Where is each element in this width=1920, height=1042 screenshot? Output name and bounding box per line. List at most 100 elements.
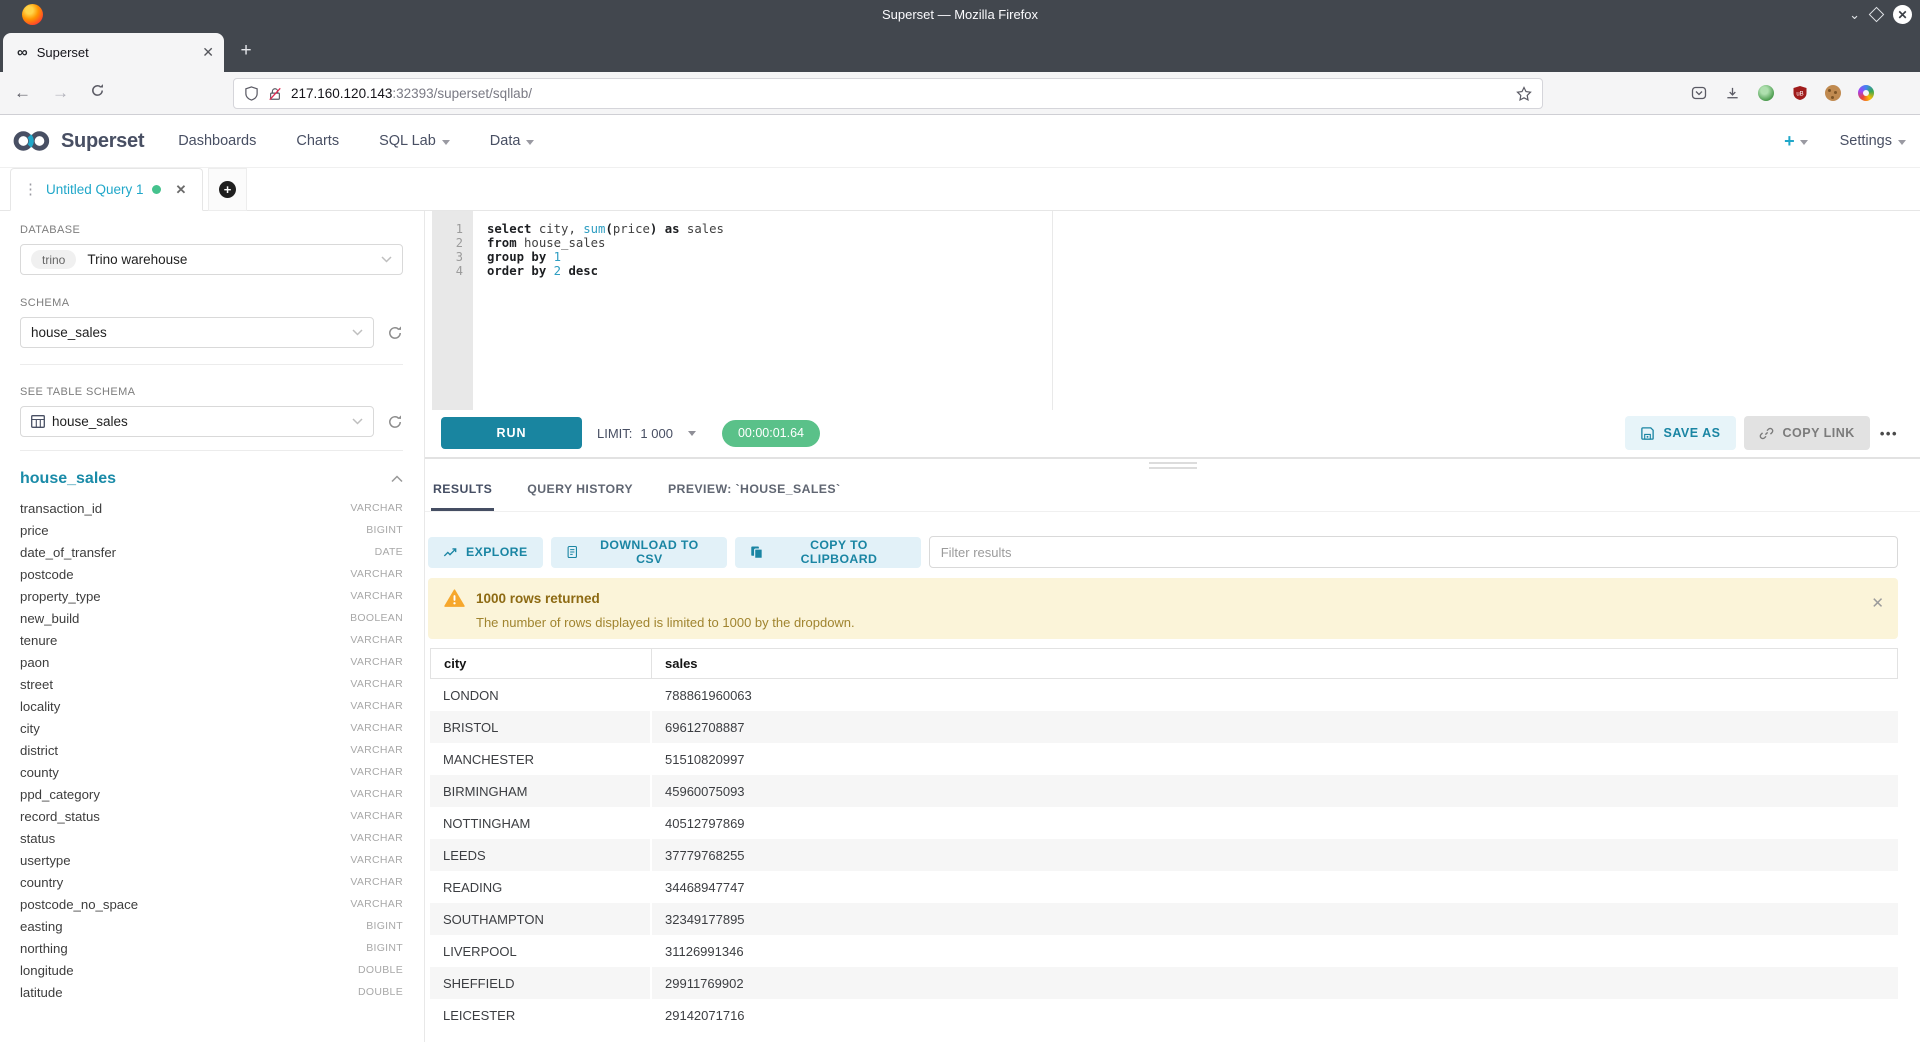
- results-table-header: citysales: [430, 648, 1898, 679]
- ublock-icon[interactable]: uB: [1791, 85, 1808, 102]
- forward-icon[interactable]: →: [52, 83, 69, 103]
- chevron-down-icon: [352, 329, 363, 336]
- new-tab-button[interactable]: +: [233, 38, 259, 64]
- column-row: property_type VARCHAR: [20, 585, 403, 607]
- elapsed-timer: 00:00:01.64: [722, 420, 820, 447]
- results-table-body: LONDON 788861960063 BRISTOL 69612708887 …: [430, 679, 1898, 1031]
- reload-icon[interactable]: [90, 83, 105, 103]
- run-toolbar: RUN LIMIT: 1 000 00:00:01.64 SAVE AS COP…: [425, 410, 1920, 456]
- column-row: usertype VARCHAR: [20, 849, 403, 871]
- column-header[interactable]: sales: [651, 649, 1897, 678]
- cell-sales: 69612708887: [650, 711, 1898, 743]
- print-margin: [1052, 211, 1053, 410]
- browser-tab[interactable]: ∞ Superset ✕: [3, 33, 224, 72]
- work-pane: 1 select city, sum(price) as sales 2 fro…: [425, 211, 1920, 1042]
- window-titlebar: Superset — Mozilla Firefox ⌄ ✕: [0, 0, 1920, 29]
- schema-select[interactable]: house_sales: [20, 317, 374, 348]
- warning-icon: [444, 589, 465, 608]
- chevron-up-icon[interactable]: [391, 470, 403, 488]
- window-close-icon[interactable]: ✕: [1893, 5, 1912, 24]
- nav-item[interactable]: Data: [490, 133, 535, 149]
- add-query-tab-button[interactable]: +: [208, 168, 247, 211]
- lock-crossed-icon[interactable]: [268, 87, 282, 101]
- column-row: locality VARCHAR: [20, 695, 403, 717]
- column-row: transaction_id VARCHAR: [20, 497, 403, 519]
- privacy-badger-icon[interactable]: [1758, 85, 1774, 101]
- cell-sales: 40512797869: [650, 807, 1898, 839]
- copy-link-button[interactable]: COPY LINK: [1744, 416, 1870, 450]
- pocket-icon[interactable]: [1690, 85, 1707, 102]
- query-tab-close-icon[interactable]: ✕: [176, 182, 187, 198]
- bookmark-star-icon[interactable]: [1516, 86, 1532, 102]
- column-row: record_status VARCHAR: [20, 805, 403, 827]
- drag-handle-icon[interactable]: ⋮: [23, 182, 38, 197]
- results-tab[interactable]: PREVIEW: `HOUSE_SALES`: [666, 470, 843, 511]
- alert-title: 1000 rows returned: [476, 591, 600, 606]
- refresh-table-icon[interactable]: [387, 414, 403, 430]
- download-csv-button[interactable]: DOWNLOAD TO CSV: [551, 537, 727, 568]
- menu-icon[interactable]: [1891, 87, 1906, 100]
- back-icon[interactable]: ←: [14, 83, 31, 103]
- query-tab-title: Untitled Query 1: [46, 182, 144, 197]
- table-title[interactable]: house_sales: [20, 470, 116, 488]
- table-select[interactable]: house_sales: [20, 406, 374, 437]
- splitter-handle-icon[interactable]: [1149, 462, 1197, 469]
- column-row: longitude DOUBLE: [20, 959, 403, 981]
- cell-city: BIRMINGHAM: [430, 775, 650, 807]
- code-text: order by 2 desc: [473, 264, 598, 278]
- limit-dropdown[interactable]: LIMIT: 1 000: [597, 426, 696, 441]
- cell-sales: 788861960063: [650, 679, 1898, 711]
- cell-city: LEEDS: [430, 839, 650, 871]
- pane-splitter[interactable]: [425, 457, 1920, 469]
- filter-results-input[interactable]: [929, 536, 1898, 568]
- nav-item[interactable]: Charts: [296, 133, 339, 149]
- rows-returned-alert: 1000 rows returned The number of rows di…: [428, 578, 1898, 639]
- cell-sales: 51510820997: [650, 743, 1898, 775]
- infinity-logo-icon: [12, 127, 54, 155]
- superset-logo[interactable]: Superset: [12, 127, 144, 155]
- results-tab[interactable]: RESULTS: [431, 470, 494, 511]
- table-row: SHEFFIELD 29911769902: [430, 967, 1898, 999]
- database-label: DATABASE: [20, 224, 403, 236]
- copy-clipboard-button[interactable]: COPY TO CLIPBOARD: [735, 537, 921, 568]
- window-title: Superset — Mozilla Firefox: [882, 7, 1038, 22]
- alert-close-icon[interactable]: ✕: [1871, 594, 1884, 612]
- save-as-button[interactable]: SAVE AS: [1625, 416, 1736, 450]
- download-icon[interactable]: [1724, 85, 1741, 102]
- new-entity-button[interactable]: +: [1784, 132, 1808, 150]
- column-row: postcode VARCHAR: [20, 563, 403, 585]
- refresh-schema-icon[interactable]: [387, 325, 403, 341]
- shield-icon[interactable]: [244, 86, 259, 101]
- results-tab[interactable]: QUERY HISTORY: [525, 470, 635, 511]
- divider: [20, 450, 403, 451]
- url-bar[interactable]: 217.160.120.143:32393/superset/sqllab/: [233, 78, 1543, 109]
- table-row: LIVERPOOL 31126991346: [430, 935, 1898, 967]
- settings-menu[interactable]: Settings: [1840, 133, 1906, 149]
- code-line: 1 select city, sum(price) as sales: [432, 222, 1920, 236]
- more-actions-button[interactable]: •••: [1880, 426, 1898, 441]
- window-minimize-icon[interactable]: ⌄: [1849, 8, 1860, 21]
- cell-city: MANCHESTER: [430, 743, 650, 775]
- column-row: district VARCHAR: [20, 739, 403, 761]
- code-line: 2 from house_sales: [432, 236, 1920, 250]
- window-maximize-icon[interactable]: [1869, 7, 1885, 23]
- database-select[interactable]: trino Trino warehouse: [20, 244, 403, 275]
- chevron-down-icon: [1800, 140, 1808, 145]
- cookie-icon[interactable]: [1825, 85, 1841, 101]
- pinwheel-extension-icon[interactable]: [1858, 85, 1874, 101]
- tab-close-icon[interactable]: ✕: [202, 44, 214, 61]
- query-tab[interactable]: ⋮ Untitled Query 1 ✕: [10, 168, 203, 211]
- sql-editor[interactable]: 1 select city, sum(price) as sales 2 fro…: [425, 211, 1920, 410]
- explore-button[interactable]: EXPLORE: [428, 537, 543, 568]
- engine-badge: trino: [31, 250, 76, 269]
- cell-city: READING: [430, 871, 650, 903]
- nav-item[interactable]: Dashboards: [178, 133, 256, 149]
- chevron-down-icon: [381, 256, 392, 263]
- code-text: from house_sales: [473, 236, 605, 250]
- cell-sales: 29911769902: [650, 967, 1898, 999]
- nav-item[interactable]: SQL Lab: [379, 133, 450, 149]
- column-header[interactable]: city: [431, 649, 651, 678]
- run-button[interactable]: RUN: [441, 417, 582, 449]
- cell-sales: 32349177895: [650, 903, 1898, 935]
- table-row: BIRMINGHAM 45960075093: [430, 775, 1898, 807]
